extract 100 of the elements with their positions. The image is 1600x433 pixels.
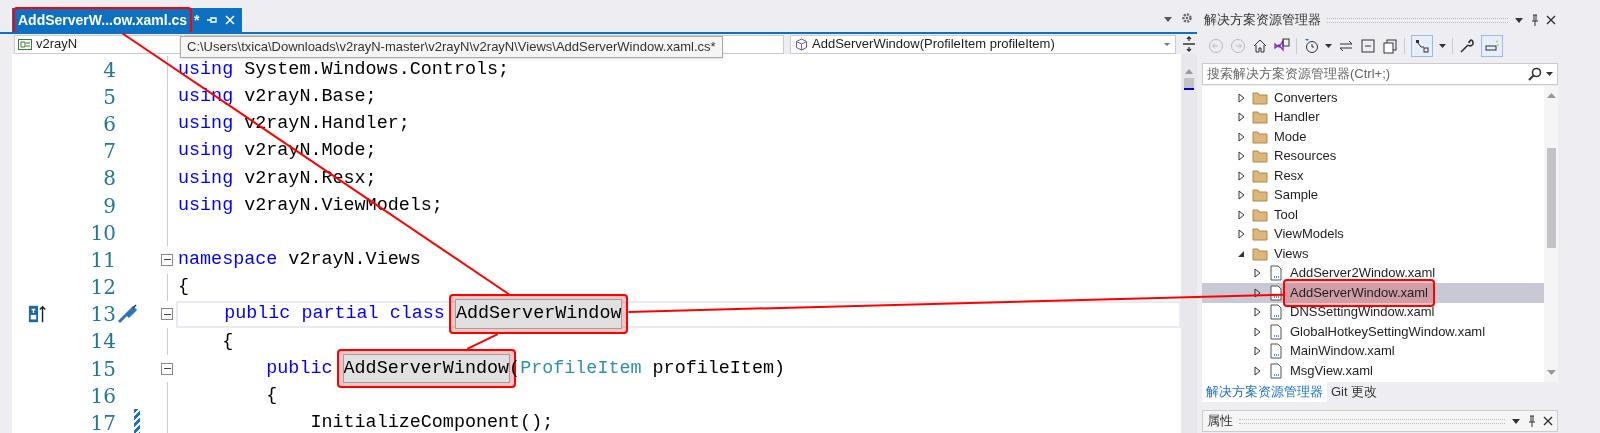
split-icon[interactable] xyxy=(1182,36,1196,52)
tree-item[interactable]: Resources xyxy=(1202,146,1544,166)
tree-item[interactable]: Handler xyxy=(1202,107,1544,127)
line-number: 7 xyxy=(102,138,116,166)
wrench-icon[interactable] xyxy=(1459,38,1475,54)
collapse-toggle[interactable] xyxy=(161,253,173,266)
scroll-thumb[interactable] xyxy=(1184,78,1194,90)
modified-mark: * xyxy=(194,10,200,30)
dropdown-icon[interactable] xyxy=(1546,71,1553,77)
code-text: ProfileItem xyxy=(520,356,642,381)
line-number: 8 xyxy=(102,165,116,193)
view-toggle-button[interactable] xyxy=(1411,35,1433,57)
code-text: using xyxy=(178,112,234,137)
close-icon[interactable] xyxy=(1546,15,1556,25)
code-text: AddServerWindow xyxy=(455,300,622,329)
collapsed-arrow-icon[interactable] xyxy=(1252,307,1262,318)
panel-title: 解决方案资源管理器 xyxy=(1204,11,1321,30)
member-dropdown[interactable]: AddServerWindow(ProfileItem profileItem) xyxy=(790,34,1176,54)
solution-icon[interactable] xyxy=(1274,38,1290,54)
code-text: using xyxy=(178,166,234,191)
settings-icon[interactable] xyxy=(1181,12,1193,24)
dropdown-icon[interactable] xyxy=(1514,15,1524,25)
collapse-all-icon[interactable] xyxy=(1360,38,1376,54)
collapsed-arrow-icon[interactable] xyxy=(1252,346,1262,357)
code-text: namespace xyxy=(178,248,278,273)
home-icon[interactable] xyxy=(1252,38,1268,54)
code-text: { xyxy=(178,275,190,300)
collapsed-arrow-icon[interactable] xyxy=(1236,190,1246,201)
tree-item[interactable]: Mode xyxy=(1202,127,1544,147)
code-text: using xyxy=(178,139,234,164)
code-text: { xyxy=(265,384,278,409)
tree-item[interactable]: Tool xyxy=(1202,205,1544,225)
collapsed-arrow-icon[interactable] xyxy=(1236,112,1246,123)
dropdown-icon[interactable] xyxy=(1439,43,1446,49)
folder-icon xyxy=(1252,206,1268,223)
project-dropdown[interactable]: v2rayN xyxy=(14,34,182,54)
collapsed-arrow-icon[interactable] xyxy=(1252,365,1262,376)
code-text: profileItem) xyxy=(651,356,786,381)
hierarchy-icon xyxy=(1415,39,1429,53)
tree-item[interactable]: MainWindow.xaml xyxy=(1202,341,1544,361)
code-text: v2rayN.Base; xyxy=(243,85,377,109)
close-icon[interactable] xyxy=(1543,416,1553,426)
pin-icon[interactable] xyxy=(205,14,218,26)
search-icon[interactable] xyxy=(1528,67,1542,81)
folder-icon xyxy=(1252,109,1268,126)
xaml-file-icon xyxy=(1268,343,1284,360)
tree-item[interactable]: Views xyxy=(1202,244,1544,264)
line-number: 9 xyxy=(102,192,116,220)
scroll-down-icon[interactable] xyxy=(1546,370,1556,376)
folder-icon xyxy=(1252,226,1268,243)
codelens-icon[interactable] xyxy=(28,304,48,325)
clock-icon[interactable] xyxy=(1303,38,1319,54)
pin-icon[interactable] xyxy=(1530,14,1540,26)
collapse-toggle[interactable] xyxy=(161,308,173,321)
collapse-toggle[interactable] xyxy=(161,362,173,375)
tree-item[interactable]: Converters xyxy=(1202,88,1544,108)
tree-item[interactable]: Resx xyxy=(1202,166,1544,186)
collapsed-arrow-icon[interactable] xyxy=(1236,151,1246,162)
xaml-file-icon xyxy=(1268,362,1284,379)
line-number: 12 xyxy=(89,274,116,302)
tree-item[interactable]: Sample xyxy=(1202,185,1544,205)
folder-icon xyxy=(1252,245,1268,262)
callout-line xyxy=(466,333,499,350)
code-text: using xyxy=(178,193,234,218)
pin-icon[interactable] xyxy=(1527,415,1537,427)
tree-item[interactable]: ViewModels xyxy=(1202,224,1544,244)
panel-title: 属性 xyxy=(1207,412,1233,431)
folder-icon xyxy=(1252,167,1268,184)
dropdown-icon[interactable] xyxy=(1511,416,1521,426)
line-number: 17 xyxy=(89,410,116,433)
dropdown-icon[interactable] xyxy=(1325,43,1332,49)
tree-item[interactable]: MsgView.xaml xyxy=(1202,361,1544,381)
line-number: 5 xyxy=(102,83,116,111)
collapsed-arrow-icon[interactable] xyxy=(1252,326,1262,337)
collapsed-arrow-icon[interactable] xyxy=(1236,92,1246,103)
panel-tab[interactable]: Git 更改 xyxy=(1327,382,1382,402)
collapsed-arrow-icon[interactable] xyxy=(1236,229,1246,240)
tree-item[interactable]: GlobalHotkeySettingWindow.xaml xyxy=(1202,322,1544,342)
xaml-file-icon xyxy=(1268,265,1284,282)
copy-icon[interactable] xyxy=(1382,38,1398,54)
collapsed-arrow-icon[interactable] xyxy=(1236,170,1246,181)
preview-toggle-button[interactable] xyxy=(1481,35,1503,57)
collapsed-arrow-icon[interactable] xyxy=(1252,287,1262,298)
collapsed-arrow-icon[interactable] xyxy=(1236,131,1246,142)
scrollbar[interactable] xyxy=(1181,54,1197,433)
line-number: 6 xyxy=(102,110,116,138)
screwdriver-icon[interactable] xyxy=(116,303,138,326)
scroll-up-icon[interactable] xyxy=(1546,92,1556,98)
collapsed-arrow-icon[interactable] xyxy=(1252,268,1262,279)
scroll-thumb[interactable] xyxy=(1546,148,1556,248)
code-text: public partial class xyxy=(223,302,446,327)
collapsed-arrow-icon[interactable] xyxy=(1236,209,1246,220)
scrollbar[interactable] xyxy=(1544,86,1558,382)
csharp-project-icon xyxy=(18,38,32,50)
sync-icon[interactable] xyxy=(1338,38,1354,54)
search-field[interactable]: 搜索解决方案资源管理器(Ctrl+;) xyxy=(1202,63,1558,85)
panel-tab[interactable]: 解决方案资源管理器 xyxy=(1202,382,1327,402)
dropdown-icon[interactable] xyxy=(1163,14,1173,24)
editor-tab[interactable]: AddServerW...ow.xaml.cs * xyxy=(12,8,242,32)
folder-icon xyxy=(1252,89,1268,106)
